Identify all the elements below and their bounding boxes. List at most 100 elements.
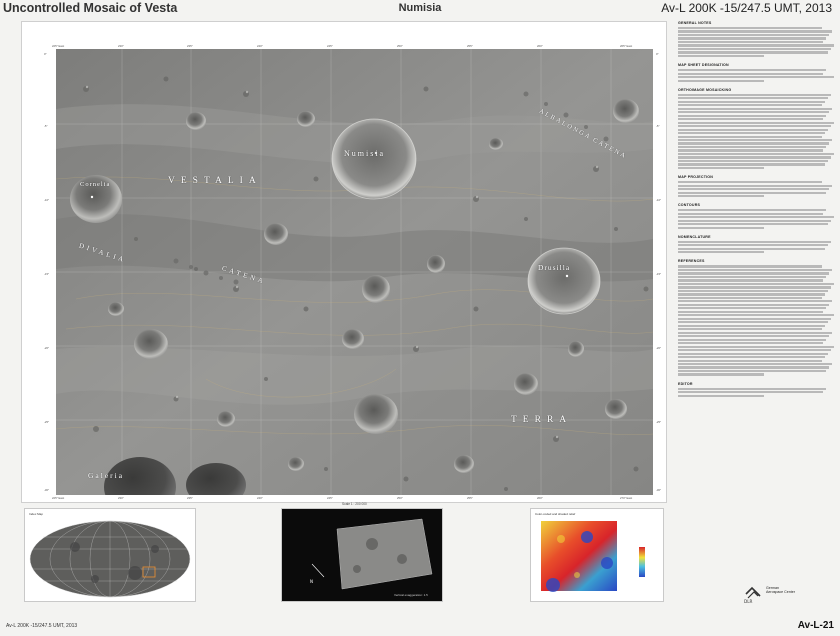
notes-section: EDITOR bbox=[678, 382, 834, 397]
footer-designation: Av-L 200K -15/247.5 UMT, 2013 bbox=[6, 623, 78, 629]
notes-column: GENERAL NOTES MAP SHEET DESIGNATION ORTHOI… bbox=[678, 21, 834, 581]
lat-label: -5° bbox=[44, 124, 48, 128]
notes-text-line bbox=[678, 166, 764, 170]
notes-text-line bbox=[678, 321, 828, 324]
notes-text-line bbox=[678, 342, 824, 345]
orthoimage-mosaic[interactable]: Numisia VESTALIA TERRA DIVALIA CATENA AL… bbox=[56, 49, 653, 495]
notes-text-line bbox=[678, 391, 824, 394]
svg-text:N: N bbox=[310, 579, 313, 584]
notes-section: MAP PROJECTION bbox=[678, 175, 834, 198]
notes-text-line bbox=[678, 265, 822, 268]
notes-text-line bbox=[678, 328, 822, 331]
notes-text-line bbox=[678, 387, 827, 390]
lat-label: -25° bbox=[656, 420, 662, 424]
logo-line-2: Aerospace Center bbox=[766, 590, 795, 595]
notes-text-line bbox=[678, 111, 830, 114]
notes-text-line bbox=[678, 118, 824, 121]
perspective-subcaption: Vertical exaggeration: 1.5 bbox=[394, 593, 428, 597]
index-map-caption: Index Map bbox=[29, 512, 44, 516]
color-relief-graphic bbox=[541, 521, 645, 592]
notes-text-line bbox=[678, 282, 834, 286]
lat-label: -5° bbox=[656, 124, 660, 128]
lat-label: -30° bbox=[656, 488, 662, 492]
notes-text-line bbox=[678, 251, 764, 254]
notes-text-line bbox=[678, 293, 825, 296]
lat-label: -15° bbox=[44, 272, 50, 276]
lon-label: 260° bbox=[537, 496, 543, 500]
lon-label: 270° East bbox=[620, 496, 633, 500]
notes-text-line bbox=[678, 209, 827, 212]
mosaic-image bbox=[56, 49, 653, 495]
notes-section: GENERAL NOTES bbox=[678, 21, 834, 58]
footer-sheet-number: Av-L-21 bbox=[797, 620, 834, 631]
notes-text-line bbox=[678, 76, 834, 79]
notes-section-title: GENERAL NOTES bbox=[678, 21, 712, 25]
notes-section-title: CONTOURS bbox=[678, 203, 701, 208]
notes-text-line bbox=[678, 356, 825, 359]
notes-section: REFERENCES bbox=[678, 259, 834, 376]
notes-text-line bbox=[678, 373, 764, 376]
notes-text-line bbox=[678, 289, 828, 293]
notes-text-line bbox=[678, 338, 827, 341]
notes-section: CONTOURS bbox=[678, 203, 834, 229]
notes-text-line bbox=[678, 335, 830, 338]
notes-text-line bbox=[678, 191, 827, 194]
notes-text-line bbox=[678, 219, 831, 222]
notes-text-line bbox=[678, 244, 828, 247]
notes-text-line bbox=[678, 359, 822, 362]
lon-label: 230° bbox=[118, 496, 124, 500]
color-relief-caption: Color-coded and shaded relief bbox=[535, 512, 576, 516]
lon-label: 235° bbox=[187, 44, 193, 48]
notes-text-line bbox=[678, 216, 834, 219]
lon-label: 230° bbox=[118, 44, 124, 48]
notes-text-line bbox=[678, 40, 824, 44]
notes-text-line bbox=[678, 394, 764, 397]
notes-section-title: NOMENCLATURE bbox=[678, 234, 711, 239]
notes-text-line bbox=[678, 51, 828, 54]
lon-label: 245° bbox=[327, 44, 333, 48]
notes-text-line bbox=[678, 125, 831, 128]
notes-text-line bbox=[678, 268, 833, 272]
lat-label: -25° bbox=[44, 420, 50, 424]
notes-section: NOMENCLATURE bbox=[678, 235, 834, 254]
lon-label: 225° East bbox=[52, 44, 65, 48]
lon-label: 260° bbox=[537, 44, 543, 48]
region-label-vestalia: VESTALIA bbox=[168, 176, 262, 186]
lon-label: 255° bbox=[467, 496, 473, 500]
lon-label: 245° bbox=[327, 496, 333, 500]
notes-text-line bbox=[678, 303, 830, 306]
index-map-inset: Index Map bbox=[24, 508, 196, 602]
notes-text-line bbox=[678, 121, 834, 124]
lon-label: 250° bbox=[397, 496, 403, 500]
notes-text-line bbox=[678, 240, 831, 243]
crater-label-cornelia: Cornelia bbox=[80, 181, 111, 188]
color-relief-inset: Color-coded and shaded relief bbox=[530, 508, 664, 602]
notes-text-line bbox=[678, 145, 827, 149]
lat-label: 0° bbox=[44, 52, 47, 56]
notes-text-line bbox=[678, 181, 822, 184]
notes-section-title: ORTHOIMAGE MOSAICKING bbox=[678, 87, 732, 92]
notes-text-line bbox=[678, 135, 822, 138]
index-map-graphic bbox=[29, 520, 191, 598]
notes-text-line bbox=[678, 128, 828, 131]
lon-label: 240° bbox=[257, 496, 263, 500]
lat-label: -20° bbox=[44, 346, 50, 350]
notes-text-line bbox=[678, 100, 825, 103]
notes-text-line bbox=[678, 107, 833, 110]
scale-label: Scale 1 : 200 000 bbox=[342, 502, 367, 506]
dlr-logo: DLR German Aerospace Center bbox=[742, 582, 802, 604]
perspective-view-inset: Perspective view N Vertical exaggeration… bbox=[281, 508, 443, 602]
notes-text-line bbox=[678, 97, 828, 100]
map-sheet: 225° East 230° 235° 240° 245° 250° 255° … bbox=[21, 21, 667, 517]
notes-text-line bbox=[678, 275, 827, 279]
notes-text-line bbox=[678, 152, 834, 156]
notes-text-line bbox=[678, 349, 831, 352]
lat-label: -10° bbox=[656, 198, 662, 202]
notes-text-line bbox=[678, 307, 827, 310]
notes-text-line bbox=[678, 212, 824, 215]
notes-section-title: REFERENCES bbox=[678, 259, 705, 264]
notes-text-line bbox=[678, 363, 833, 366]
notes-text-line bbox=[678, 247, 825, 250]
notes-text-line bbox=[678, 54, 764, 58]
notes-text-line bbox=[678, 30, 833, 33]
